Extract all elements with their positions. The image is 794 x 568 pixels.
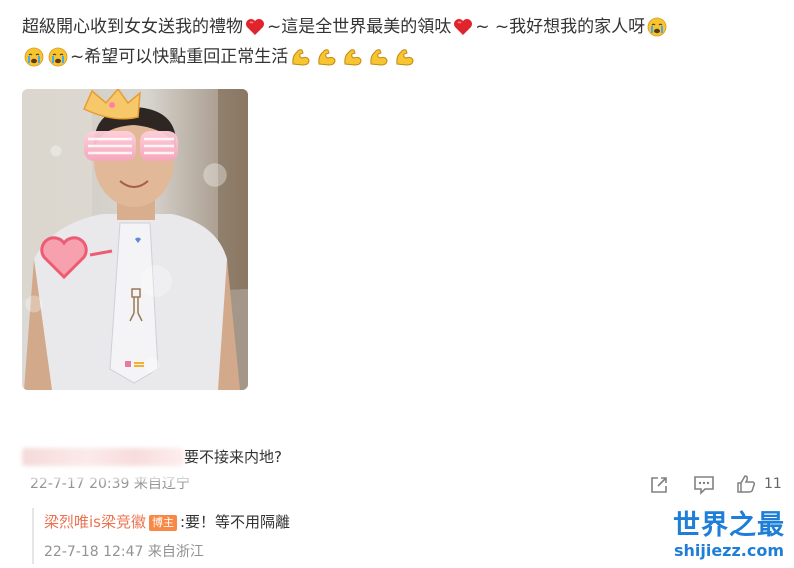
reply-text: :要！等不用隔離 bbox=[179, 513, 291, 531]
reply: 梁烈唯is梁竞徽 博主:要！等不用隔離 bbox=[44, 511, 290, 533]
muscle-emoji-icon bbox=[318, 49, 336, 66]
heart-emoji-icon bbox=[454, 19, 473, 35]
watermark-url: shijiezz.com bbox=[673, 541, 785, 560]
share-icon[interactable] bbox=[649, 475, 669, 495]
post-line-2: ~希望可以快點重回正常生活 bbox=[22, 42, 782, 72]
post-photo[interactable] bbox=[22, 89, 248, 390]
comment-icon[interactable] bbox=[693, 475, 715, 495]
comment-meta-redaction bbox=[30, 470, 200, 480]
muscle-emoji-icon bbox=[344, 49, 362, 66]
reply-author-link[interactable]: 梁烈唯is梁竞徽 bbox=[44, 513, 146, 531]
post-text-part: 超級開心收到女女送我的禮物 bbox=[22, 17, 243, 37]
author-badge: 博主 bbox=[148, 515, 177, 531]
like-count: 11 bbox=[764, 476, 782, 492]
reply-meta: 22-7-18 12:47 来自浙江 bbox=[44, 544, 204, 560]
post-line-1: 超級開心收到女女送我的禮物 ~這是全世界最美的領呔 ~ ~我好想我的家人呀 bbox=[22, 12, 782, 42]
watermark-logo: 世界之最 shijiezz.com bbox=[668, 510, 790, 560]
muscle-emoji-icon bbox=[292, 49, 310, 66]
crying-emoji-icon bbox=[24, 47, 44, 67]
heart-emoji-icon bbox=[246, 19, 264, 35]
watermark-title: 世界之最 bbox=[673, 510, 785, 541]
post-text-part: ~這是全世界最美的領呔 bbox=[267, 17, 452, 37]
reply-divider bbox=[32, 508, 34, 564]
selfie-image bbox=[22, 89, 248, 390]
post-text-part: ~ ~我好想我的家人呀 bbox=[475, 17, 646, 37]
crying-emoji-icon bbox=[48, 47, 68, 67]
comment-text: 要不接来内地? bbox=[184, 448, 282, 466]
comment: 要不接来内地? bbox=[22, 446, 402, 468]
post-text: 超級開心收到女女送我的禮物 ~這是全世界最美的領呔 ~ ~我好想我的家人呀 ~希… bbox=[22, 12, 782, 72]
post-text-part: ~希望可以快點重回正常生活 bbox=[70, 47, 289, 67]
crying-emoji-icon bbox=[647, 17, 667, 37]
like-icon[interactable] bbox=[736, 474, 756, 494]
muscle-emoji-icon bbox=[370, 49, 388, 66]
muscle-emoji-icon bbox=[396, 49, 414, 66]
comment-author-redacted bbox=[22, 448, 184, 466]
